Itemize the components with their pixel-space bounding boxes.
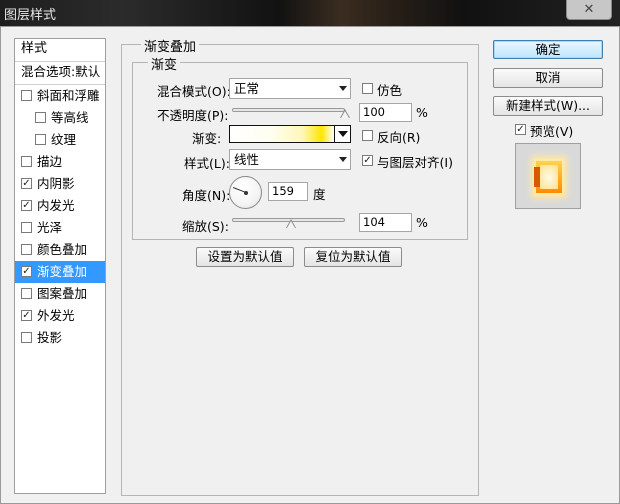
style-item[interactable]: 投影: [15, 327, 105, 349]
opacity-percent: %: [416, 105, 428, 120]
subgroup-title: 渐变: [148, 54, 181, 73]
gradient-swatch[interactable]: [229, 125, 335, 143]
style-item-label: 图案叠加: [37, 286, 88, 301]
style-item[interactable]: 纹理: [15, 129, 105, 151]
reverse-check: [362, 130, 373, 141]
style-item-label: 内阴影: [37, 176, 75, 191]
title-bar: 图层样式 ✕: [0, 0, 620, 26]
opacity-slider-track[interactable]: [232, 108, 345, 112]
style-item-checkbox[interactable]: ✓: [21, 310, 32, 321]
scale-value: 104: [363, 215, 385, 229]
angle-label: 角度(N):: [182, 188, 231, 203]
chevron-down-icon: [339, 157, 347, 162]
style-item-label: 斜面和浮雕: [37, 88, 100, 103]
opacity-slider-thumb[interactable]: [340, 109, 350, 119]
style-item[interactable]: ✓ 内发光: [15, 195, 105, 217]
reverse-label: 反向(R): [377, 130, 421, 145]
chevron-down-icon: [338, 131, 348, 137]
blend-options-item[interactable]: 混合选项:默认: [15, 62, 105, 85]
style-item-checkbox[interactable]: ✓: [21, 178, 32, 189]
angle-input[interactable]: 159: [268, 182, 308, 201]
style-item[interactable]: 等高线: [15, 107, 105, 129]
blend-mode-select[interactable]: 正常: [229, 78, 351, 99]
style-item-label: 颜色叠加: [37, 242, 88, 257]
make-default-button[interactable]: 设置为默认值: [196, 247, 294, 267]
preview-swatch: [534, 159, 564, 195]
blend-mode-label: 混合模式(O):: [157, 84, 231, 99]
close-icon: ✕: [583, 2, 595, 17]
style-item[interactable]: 斜面和浮雕: [15, 85, 105, 107]
scale-label: 缩放(S):: [182, 219, 229, 234]
style-preview-thumbnail: [515, 143, 581, 209]
angle-unit: 度: [313, 187, 326, 202]
angle-dial[interactable]: [229, 176, 262, 209]
group-title: 渐变叠加: [141, 36, 200, 55]
style-select[interactable]: 线性: [229, 149, 351, 170]
opacity-value: 100: [363, 105, 385, 119]
style-item-checkbox[interactable]: [35, 134, 46, 145]
styles-header[interactable]: 样式: [15, 39, 105, 62]
style-item-label: 纹理: [51, 132, 77, 147]
style-item-checkbox[interactable]: [21, 332, 32, 343]
preview-label: 预览(V): [530, 124, 574, 139]
style-item[interactable]: ✓ 外发光: [15, 305, 105, 327]
style-item[interactable]: 颜色叠加: [15, 239, 105, 261]
style-item[interactable]: ✓ 渐变叠加: [15, 261, 105, 283]
gradient-label: 渐变:: [192, 131, 222, 146]
style-item-label: 内发光: [37, 198, 75, 213]
scale-percent: %: [416, 215, 428, 230]
dither-check: [362, 83, 373, 94]
ok-button[interactable]: 确定: [493, 40, 603, 59]
chevron-down-icon: [339, 86, 347, 91]
style-item-checkbox[interactable]: [21, 244, 32, 255]
dither-label: 仿色: [377, 83, 403, 98]
reset-default-button[interactable]: 复位为默认值: [304, 247, 402, 267]
style-item-checkbox[interactable]: [21, 156, 32, 167]
style-value: 线性: [234, 152, 260, 167]
style-item[interactable]: 图案叠加: [15, 283, 105, 305]
align-label: 与图层对齐(I): [377, 155, 453, 170]
opacity-input[interactable]: 100: [359, 103, 412, 122]
style-item-label: 等高线: [51, 110, 89, 125]
style-label: 样式(L):: [184, 156, 230, 171]
angle-value: 159: [272, 184, 294, 198]
style-item-checkbox[interactable]: [35, 112, 46, 123]
blend-mode-value: 正常: [234, 81, 260, 96]
angle-center-dot: [244, 191, 248, 195]
align-check: ✓: [362, 155, 373, 166]
scale-input[interactable]: 104: [359, 213, 412, 232]
style-item[interactable]: ✓ 内阴影: [15, 173, 105, 195]
window-title: 图层样式: [4, 8, 57, 23]
cancel-button[interactable]: 取消: [493, 68, 603, 88]
style-item-checkbox[interactable]: ✓: [21, 266, 32, 277]
style-item-checkbox[interactable]: [21, 222, 32, 233]
style-item-label: 渐变叠加: [37, 264, 88, 279]
close-button[interactable]: ✕: [566, 0, 612, 20]
style-item-label: 外发光: [37, 308, 75, 323]
style-item[interactable]: 光泽: [15, 217, 105, 239]
style-item-label: 光泽: [37, 220, 63, 235]
style-item-label: 描边: [37, 154, 63, 169]
style-item-label: 投影: [37, 330, 63, 345]
style-item-checkbox[interactable]: [21, 288, 32, 299]
style-item-checkbox[interactable]: ✓: [21, 200, 32, 211]
style-item[interactable]: 描边: [15, 151, 105, 173]
opacity-label: 不透明度(P):: [157, 108, 229, 123]
preview-check: ✓: [515, 124, 526, 135]
style-item-checkbox[interactable]: [21, 90, 32, 101]
scale-slider-thumb[interactable]: [285, 219, 296, 229]
style-list: 样式 混合选项:默认 斜面和浮雕等高线纹理描边 ✓ 内阴影 ✓ 内发光光泽颜色叠加 ✓ 渐变…: [14, 38, 106, 494]
gradient-picker-button[interactable]: [334, 125, 351, 143]
new-style-button[interactable]: 新建样式(W)...: [493, 96, 603, 116]
